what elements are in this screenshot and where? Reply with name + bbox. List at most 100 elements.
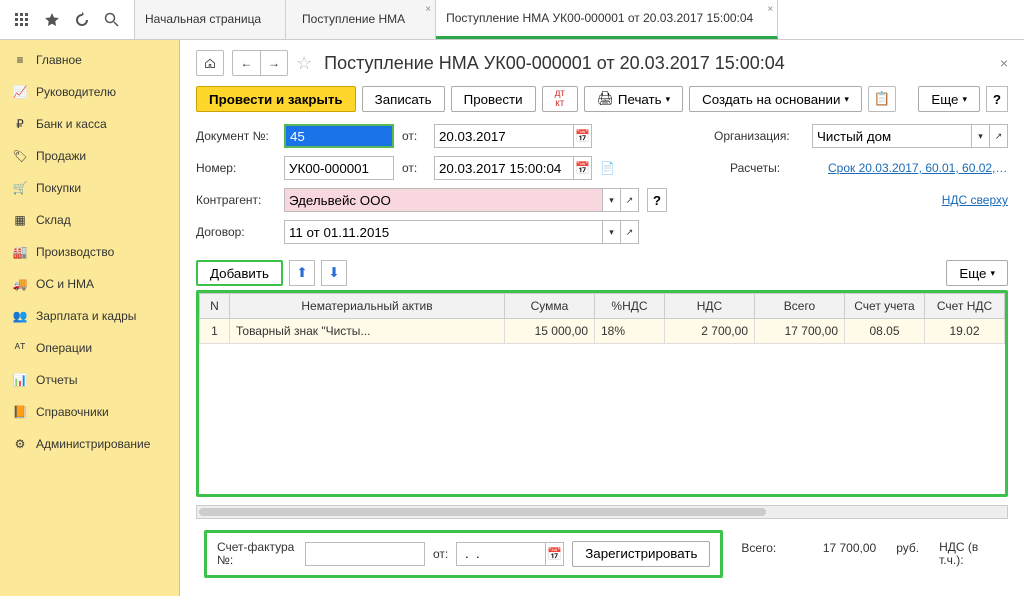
sidebar-item-label: Справочники <box>36 405 109 419</box>
sidebar-item-label: Администрирование <box>36 437 150 451</box>
more-button[interactable]: Еще▾ <box>918 86 980 112</box>
sidebar-item-main[interactable]: ≡Главное <box>0 44 179 76</box>
open-icon[interactable]: ↗ <box>621 188 639 212</box>
dropdown-icon[interactable]: ▾ <box>972 124 990 148</box>
th-sum: Сумма <box>505 294 595 319</box>
calc-link[interactable]: Срок 20.03.2017, 60.01, 60.02, зачет ава… <box>828 161 1008 175</box>
home-button[interactable] <box>196 50 224 76</box>
apps-icon[interactable] <box>8 6 36 34</box>
save-button[interactable]: Записать <box>362 86 445 112</box>
dt-kt-button[interactable]: дткт <box>542 86 578 112</box>
cell-acct[interactable]: 08.05 <box>845 319 925 344</box>
label-org: Организация: <box>714 129 804 143</box>
sidebar-item-label: Склад <box>36 213 71 227</box>
star-icon[interactable] <box>38 6 66 34</box>
close-icon[interactable]: × <box>767 4 773 15</box>
attachment-button[interactable]: 📋 <box>868 86 896 112</box>
print-button[interactable]: 🖨Печать▾ <box>584 86 683 112</box>
close-document[interactable]: × <box>1000 55 1008 71</box>
sidebar-item-bank[interactable]: ₽Банк и касса <box>0 108 179 140</box>
table-row[interactable]: 1 Товарный знак "Чисты... 15 000,00 18% … <box>200 319 1005 344</box>
horizontal-scrollbar[interactable] <box>196 505 1008 519</box>
chevron-down-icon: ▾ <box>844 94 849 105</box>
move-down-button[interactable]: ⬇ <box>321 260 347 286</box>
sidebar-item-references[interactable]: 📙Справочники <box>0 396 179 428</box>
th-n: N <box>200 294 230 319</box>
cell-n[interactable]: 1 <box>200 319 230 344</box>
form-row-counterparty: Контрагент: ▾↗ ? НДС сверху <box>196 188 1008 212</box>
open-icon[interactable]: ↗ <box>990 124 1008 148</box>
gear-icon: ⚙ <box>12 436 28 452</box>
history-icon[interactable] <box>68 6 96 34</box>
label-calc: Расчеты: <box>730 161 820 175</box>
sidebar-item-admin[interactable]: ⚙ Администрирование <box>0 428 179 460</box>
calendar-icon[interactable]: 📅 <box>574 124 592 148</box>
label-from: от: <box>402 129 426 143</box>
cell-vatacct[interactable]: 19.02 <box>925 319 1005 344</box>
open-icon[interactable]: ↗ <box>621 220 639 244</box>
printer-icon: 🖨 <box>597 91 614 107</box>
org-input[interactable] <box>812 124 972 148</box>
invoice-date-input[interactable] <box>456 542 546 566</box>
tab-home[interactable]: Начальная страница <box>134 0 286 39</box>
dropdown-icon[interactable]: ▾ <box>603 188 621 212</box>
table-more-button[interactable]: Еще▾ <box>946 260 1008 286</box>
unpost-icon[interactable]: 📄 <box>600 161 615 175</box>
field-help-button[interactable]: ? <box>647 188 667 212</box>
invoice-number-input[interactable] <box>305 542 425 566</box>
label-invoice: Счет-фактура №: <box>217 541 297 567</box>
cell-asset[interactable]: Товарный знак "Чисты... <box>230 319 505 344</box>
search-icon[interactable] <box>98 6 126 34</box>
vat-link[interactable]: НДС сверху <box>942 193 1008 207</box>
docno-input[interactable] <box>284 124 394 148</box>
back-button[interactable]: ← <box>232 50 260 76</box>
people-icon: 👥 <box>12 308 28 324</box>
calendar-icon[interactable]: 📅 <box>546 542 564 566</box>
chevron-down-icon: ▾ <box>990 268 995 279</box>
register-invoice-button[interactable]: Зарегистрировать <box>572 541 710 567</box>
topbar-icon-group <box>0 0 134 39</box>
number-input[interactable] <box>284 156 394 180</box>
move-up-button[interactable]: ⬆ <box>289 260 315 286</box>
contract-input[interactable] <box>284 220 603 244</box>
label-docno: Документ №: <box>196 129 276 143</box>
sidebar-item-purchases[interactable]: 🛒Покупки <box>0 172 179 204</box>
sidebar-item-stock[interactable]: ▦Склад <box>0 204 179 236</box>
help-button[interactable]: ? <box>986 86 1008 112</box>
counterparty-input[interactable] <box>284 188 603 212</box>
tab-receipt-nma[interactable]: Поступление НМА× <box>286 0 436 39</box>
numberdate-input[interactable] <box>434 156 574 180</box>
sidebar-item-production[interactable]: 🏭Производство <box>0 236 179 268</box>
label-number: Номер: <box>196 161 276 175</box>
add-row-button[interactable]: Добавить <box>196 260 283 286</box>
cell-vat[interactable]: 2 700,00 <box>665 319 755 344</box>
create-based-button[interactable]: Создать на основании▾ <box>689 86 862 112</box>
cell-total[interactable]: 17 700,00 <box>755 319 845 344</box>
th-vat: НДС <box>665 294 755 319</box>
sidebar-item-salary[interactable]: 👥Зарплата и кадры <box>0 300 179 332</box>
post-button[interactable]: Провести <box>451 86 536 112</box>
post-and-close-button[interactable]: Провести и закрыть <box>196 86 356 112</box>
dropdown-icon[interactable]: ▾ <box>603 220 621 244</box>
tag-icon: 🏷 <box>12 148 28 164</box>
sidebar-item-operations[interactable]: ᴬᵀОперации <box>0 332 179 364</box>
sidebar-item-os-nma[interactable]: 🚚ОС и НМА <box>0 268 179 300</box>
sidebar-item-manager[interactable]: 📈Руководителю <box>0 76 179 108</box>
cell-vatrate[interactable]: 18% <box>595 319 665 344</box>
tab-receipt-nma-doc[interactable]: Поступление НМА УК00-000001 от 20.03.201… <box>436 0 778 39</box>
cell-sum[interactable]: 15 000,00 <box>505 319 595 344</box>
forward-button[interactable]: → <box>260 50 288 76</box>
scroll-thumb[interactable] <box>199 508 766 516</box>
sidebar-item-sales[interactable]: 🏷 Продажи <box>0 140 179 172</box>
th-asset: Нематериальный актив <box>230 294 505 319</box>
tabs: Начальная страница Поступление НМА× Пост… <box>134 0 1024 39</box>
sidebar-item-reports[interactable]: 📊Отчеты <box>0 364 179 396</box>
sidebar-item-label: Продажи <box>36 149 86 163</box>
calendar-icon[interactable]: 📅 <box>574 156 592 180</box>
close-icon[interactable]: × <box>425 4 431 15</box>
favorite-icon[interactable]: ☆ <box>296 53 312 74</box>
currency: руб. <box>896 541 919 555</box>
th-vatrate: %НДС <box>595 294 665 319</box>
totals: Всего: 17 700,00 руб. НДС (в т.ч.): 2 70… <box>741 541 1024 567</box>
docdate-input[interactable] <box>434 124 574 148</box>
